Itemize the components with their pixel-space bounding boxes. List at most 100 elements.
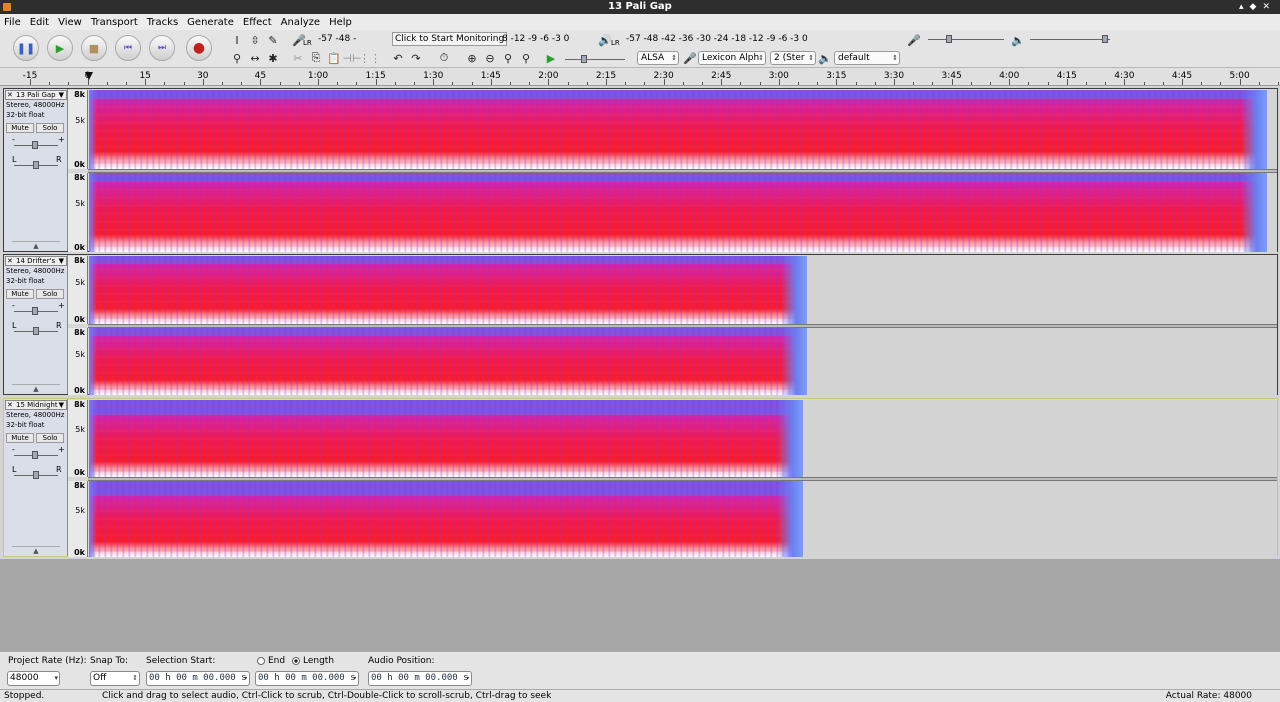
- close-track-icon[interactable]: ✕: [7, 401, 13, 409]
- play-at-speed-icon[interactable]: ▶: [543, 50, 559, 66]
- skip-end-button[interactable]: ⏭: [149, 35, 175, 61]
- draw-tool-icon[interactable]: ✎: [265, 32, 281, 48]
- skip-start-button[interactable]: ⏮: [115, 35, 141, 61]
- mute-button[interactable]: Mute: [6, 433, 34, 443]
- pan-slider[interactable]: [14, 161, 58, 169]
- fit-project-icon[interactable]: ⚲: [518, 50, 534, 66]
- pan-slider[interactable]: [14, 327, 58, 335]
- input-device-select[interactable]: Lexicon Alph ⇕: [698, 51, 766, 65]
- menu-analyze[interactable]: Analyze: [281, 17, 320, 28]
- track-menu-icon[interactable]: ▼: [59, 401, 64, 409]
- copy-icon[interactable]: ⎘: [308, 50, 324, 66]
- track-name-button[interactable]: ✕ 15 Midnight ▼: [5, 400, 67, 410]
- play-speed-slider[interactable]: [565, 55, 625, 63]
- empty-track-region[interactable]: [807, 256, 1277, 324]
- fit-selection-icon[interactable]: ⚲: [500, 50, 516, 66]
- record-volume-slider[interactable]: [928, 35, 1004, 43]
- solo-button[interactable]: Solo: [36, 433, 64, 443]
- multi-tool-icon[interactable]: ✱: [265, 50, 281, 66]
- collapse-track-icon[interactable]: ▲: [12, 241, 60, 250]
- menu-file[interactable]: File: [4, 17, 21, 28]
- menu-tracks[interactable]: Tracks: [147, 17, 178, 28]
- track-name-button[interactable]: ✕ 14 Drifter's ▼: [5, 256, 67, 266]
- gain-slider[interactable]: [14, 307, 58, 315]
- mute-button[interactable]: Mute: [6, 123, 34, 133]
- collapse-track-icon[interactable]: ▲: [12, 384, 60, 393]
- envelope-tool-icon[interactable]: ⇳: [247, 32, 263, 48]
- project-rate-select[interactable]: 48000 ▾: [7, 671, 60, 686]
- selection-end-field[interactable]: 00 h 00 m 00.000 s ▾: [255, 671, 359, 686]
- selection-tool-icon[interactable]: I: [229, 32, 245, 48]
- channels-select[interactable]: 2 (Ster ⇕: [770, 51, 816, 65]
- zoom-out-icon[interactable]: ⊖: [482, 50, 498, 66]
- solo-button[interactable]: Solo: [36, 289, 64, 299]
- length-radio[interactable]: Length: [292, 656, 334, 666]
- audio-track[interactable]: ✕ 13 Pali Gap ▼ Stereo, 48000Hz 32-bit float…: [3, 88, 1278, 252]
- audio-track[interactable]: ✕ 14 Drifter's ▼ Stereo, 48000Hz 32-bit floa…: [3, 254, 1278, 395]
- empty-track-region[interactable]: [807, 327, 1277, 395]
- menu-edit[interactable]: Edit: [30, 17, 49, 28]
- paste-icon[interactable]: 📋: [326, 50, 342, 66]
- empty-track-area[interactable]: [0, 559, 1280, 651]
- gain-slider[interactable]: [14, 451, 58, 459]
- spectrogram-channel[interactable]: [89, 256, 807, 324]
- play-button[interactable]: ▶: [47, 35, 73, 61]
- track-name-button[interactable]: ✕ 13 Pali Gap ▼: [5, 90, 67, 100]
- frequency-scale[interactable]: 8k 5k 0k: [68, 327, 88, 395]
- stop-button[interactable]: ■: [81, 35, 107, 61]
- frequency-scale[interactable]: 8k 5k 0k: [68, 173, 88, 252]
- record-button[interactable]: ●: [186, 35, 212, 61]
- menu-help[interactable]: Help: [329, 17, 352, 28]
- silence-icon[interactable]: ⋮⋮: [359, 50, 381, 66]
- end-radio[interactable]: End: [257, 656, 285, 666]
- menu-effect[interactable]: Effect: [243, 17, 272, 28]
- spectrogram-channel[interactable]: [89, 400, 803, 477]
- playback-volume-slider[interactable]: [1030, 35, 1110, 43]
- collapse-track-icon[interactable]: ▲: [12, 546, 60, 555]
- solo-button[interactable]: Solo: [36, 123, 64, 133]
- audio-host-select[interactable]: ALSA ⇕: [637, 51, 679, 65]
- playhead-marker[interactable]: [85, 72, 93, 80]
- empty-track-region[interactable]: [803, 400, 1277, 477]
- menu-view[interactable]: View: [58, 17, 82, 28]
- record-meter[interactable]: -57 -48 - Click to Start Monitoring 8 -1…: [314, 32, 582, 46]
- frequency-scale[interactable]: 8k 5k 0k: [68, 90, 88, 169]
- empty-track-region[interactable]: [1267, 173, 1277, 252]
- frequency-scale[interactable]: 8k 5k 0k: [68, 256, 88, 324]
- zoom-tool-icon[interactable]: ⚲: [229, 50, 245, 66]
- zoom-in-icon[interactable]: ⊕: [464, 50, 480, 66]
- audio-track[interactable]: ✕ 15 Midnight ▼ Stereo, 48000Hz 32-bit float…: [3, 398, 1278, 557]
- timeshift-tool-icon[interactable]: ↔: [247, 50, 263, 66]
- close-track-icon[interactable]: ✕: [7, 257, 13, 265]
- pause-button[interactable]: ❚❚: [13, 35, 39, 61]
- cut-icon[interactable]: ✂: [290, 50, 306, 66]
- frequency-scale[interactable]: 8k 5k 0k: [68, 400, 88, 477]
- playback-meter[interactable]: -57 -48 -42 -36 -30 -24 -18 -12 -9 -6 -3…: [622, 32, 894, 46]
- gain-slider[interactable]: [14, 141, 58, 149]
- menu-generate[interactable]: Generate: [187, 17, 234, 28]
- menu-transport[interactable]: Transport: [91, 17, 138, 28]
- spectrogram-channel[interactable]: [89, 173, 1267, 252]
- snap-to-select[interactable]: Off ⇕: [90, 671, 140, 686]
- redo-icon[interactable]: ↷: [408, 50, 424, 66]
- trim-icon[interactable]: ⊣⊢: [342, 50, 361, 66]
- close-track-icon[interactable]: ✕: [7, 91, 13, 99]
- empty-track-region[interactable]: [803, 480, 1277, 557]
- selection-start-field[interactable]: 00 h 00 m 00.000 s ▾: [146, 671, 250, 686]
- spectrogram-channel[interactable]: [89, 480, 803, 557]
- undo-icon[interactable]: ↶: [390, 50, 406, 66]
- sync-lock-icon[interactable]: ⏱: [436, 50, 452, 66]
- pan-slider[interactable]: [14, 471, 58, 479]
- spectrogram-channel[interactable]: [89, 327, 807, 395]
- spectrogram-channel[interactable]: [89, 90, 1267, 169]
- mute-button[interactable]: Mute: [6, 289, 34, 299]
- window-controls[interactable]: ▴◆✕: [1239, 0, 1276, 14]
- empty-track-region[interactable]: [1267, 90, 1277, 169]
- track-menu-icon[interactable]: ▼: [59, 91, 64, 99]
- timeline-ruler[interactable]: -15 0 15 30 45 1:00 1:15 1:30 1:45 2:00 2:15 2:30 2:…: [0, 68, 1280, 86]
- start-monitoring-label[interactable]: Click to Start Monitoring: [392, 32, 508, 46]
- frequency-scale[interactable]: 8k 5k 0k: [68, 480, 88, 557]
- track-menu-icon[interactable]: ▼: [59, 257, 64, 265]
- output-device-select[interactable]: default ⇕: [834, 51, 900, 65]
- audio-position-field[interactable]: 00 h 00 m 00.000 s ▾: [368, 671, 472, 686]
